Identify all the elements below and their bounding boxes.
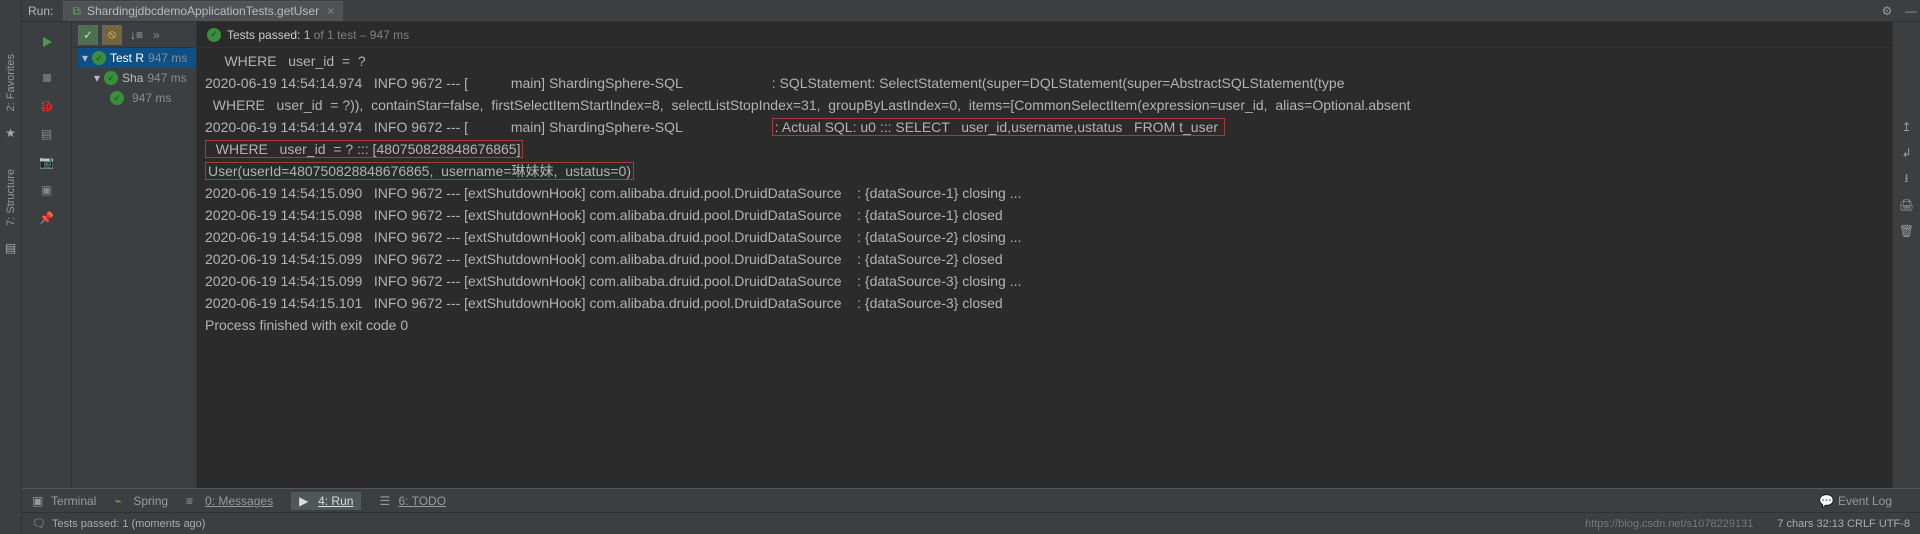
- console-lines[interactable]: WHERE user_id = ?2020-06-19 14:54:14.974…: [197, 48, 1892, 488]
- up-stack-icon[interactable]: ↥: [1897, 117, 1917, 137]
- event-log-icon: 💬: [1819, 494, 1833, 508]
- todo-icon: ☰: [379, 494, 393, 508]
- test-ok-icon: ✓: [104, 71, 118, 85]
- favorites-tool-button[interactable]: 2: Favorites: [5, 54, 17, 111]
- structure-icon[interactable]: ▤: [3, 240, 19, 256]
- favorites-star-icon[interactable]: ★: [3, 125, 19, 141]
- run-panel-label: Run:: [28, 4, 53, 18]
- box-icon[interactable]: ▣: [37, 180, 57, 200]
- test-summary: ✓ Tests passed: 1 of 1 test – 947 ms: [197, 22, 1892, 48]
- soft-wrap-icon[interactable]: ↲: [1897, 143, 1917, 163]
- rerun-button[interactable]: [37, 32, 57, 52]
- pin-icon[interactable]: 📌: [37, 208, 57, 228]
- event-log-tab[interactable]: 💬Event Log: [1819, 494, 1892, 508]
- test-tree-toolbar: ✓ ⦸ ↓≡ »: [72, 22, 196, 48]
- test-tree-method[interactable]: ✓ 947 ms: [78, 88, 196, 108]
- console-output: ✓ Tests passed: 1 of 1 test – 947 ms WHE…: [197, 22, 1892, 488]
- structure-tool-button[interactable]: 7: Structure: [5, 169, 17, 226]
- test-tree: ✓ ⦸ ↓≡ » ▾ ✓ Test R 947 ms ▾ ✓ Sha 947 m…: [72, 22, 197, 488]
- spring-icon: ⌁: [114, 494, 128, 508]
- status-message: Tests passed: 1 (moments ago): [52, 518, 205, 530]
- terminal-icon: ▣: [32, 494, 46, 508]
- messages-icon: ≡: [186, 494, 200, 508]
- clear-icon[interactable]: 🗑: [1897, 221, 1917, 241]
- test-tab-icon: ⧉: [72, 4, 81, 19]
- spring-tab[interactable]: ⌁Spring: [114, 494, 168, 508]
- run-bottom-icon: ▶: [299, 494, 313, 508]
- status-bar: 🗨 Tests passed: 1 (moments ago) https://…: [22, 512, 1920, 534]
- chevron-down-icon: ▾: [94, 71, 104, 85]
- debug-icon[interactable]: 🐞: [37, 96, 57, 116]
- print-icon[interactable]: 🖨: [1897, 195, 1917, 215]
- stop-button[interactable]: [37, 68, 57, 88]
- sort-icon[interactable]: ↓≡: [130, 28, 143, 42]
- status-info-icon: 🗨: [32, 517, 46, 530]
- todo-tab[interactable]: ☰6: TODO: [379, 494, 446, 508]
- gear-icon[interactable]: ⚙: [1878, 4, 1896, 18]
- terminal-tab[interactable]: ▣Terminal: [32, 494, 96, 508]
- left-tool-rail: 2: Favorites ★ 7: Structure ▤: [0, 0, 22, 534]
- close-tab-icon[interactable]: ×: [327, 4, 334, 18]
- show-passed-toggle[interactable]: ✓: [78, 25, 98, 45]
- test-tree-class[interactable]: ▾ ✓ Sha 947 ms: [78, 68, 196, 88]
- test-ok-icon: ✓: [110, 91, 124, 105]
- main-panel: Run: ⧉ ShardingjdbcdemoApplicationTests.…: [22, 0, 1920, 534]
- run-tab-bar: Run: ⧉ ShardingjdbcdemoApplicationTests.…: [22, 0, 1920, 22]
- run-bottom-tab[interactable]: ▶4: Run: [291, 492, 361, 510]
- test-tree-root[interactable]: ▾ ✓ Test R 947 ms: [78, 48, 196, 68]
- console-right-gutter: ↥ ↲ ⭳ 🖨 🗑: [1892, 22, 1920, 488]
- status-right: 7 chars 32:13 CRLF UTF-8: [1777, 518, 1910, 530]
- run-gutter: 🐞 ▤ 📷 ▣ 📌: [22, 22, 72, 488]
- watermark-text: https://blog.csdn.net/s1078229131: [1585, 518, 1753, 530]
- run-config-tab[interactable]: ⧉ ShardingjdbcdemoApplicationTests.getUs…: [63, 1, 343, 21]
- run-config-tab-label: ShardingjdbcdemoApplicationTests.getUser: [87, 4, 319, 18]
- camera-icon[interactable]: 📷: [37, 152, 57, 172]
- layout-icon[interactable]: ▤: [37, 124, 57, 144]
- test-ok-icon: ✓: [207, 28, 221, 42]
- tree-options-icon[interactable]: »: [153, 28, 160, 42]
- chevron-down-icon: ▾: [82, 51, 92, 65]
- messages-tab[interactable]: ≡0: Messages: [186, 494, 273, 508]
- bottom-tool-tabs: ▣Terminal ⌁Spring ≡0: Messages ▶4: Run ☰…: [22, 488, 1920, 512]
- show-ignored-toggle[interactable]: ⦸: [102, 25, 122, 45]
- minimize-icon[interactable]: —: [1902, 4, 1920, 18]
- test-ok-icon: ✓: [92, 51, 106, 65]
- scroll-end-icon[interactable]: ⭳: [1897, 169, 1917, 189]
